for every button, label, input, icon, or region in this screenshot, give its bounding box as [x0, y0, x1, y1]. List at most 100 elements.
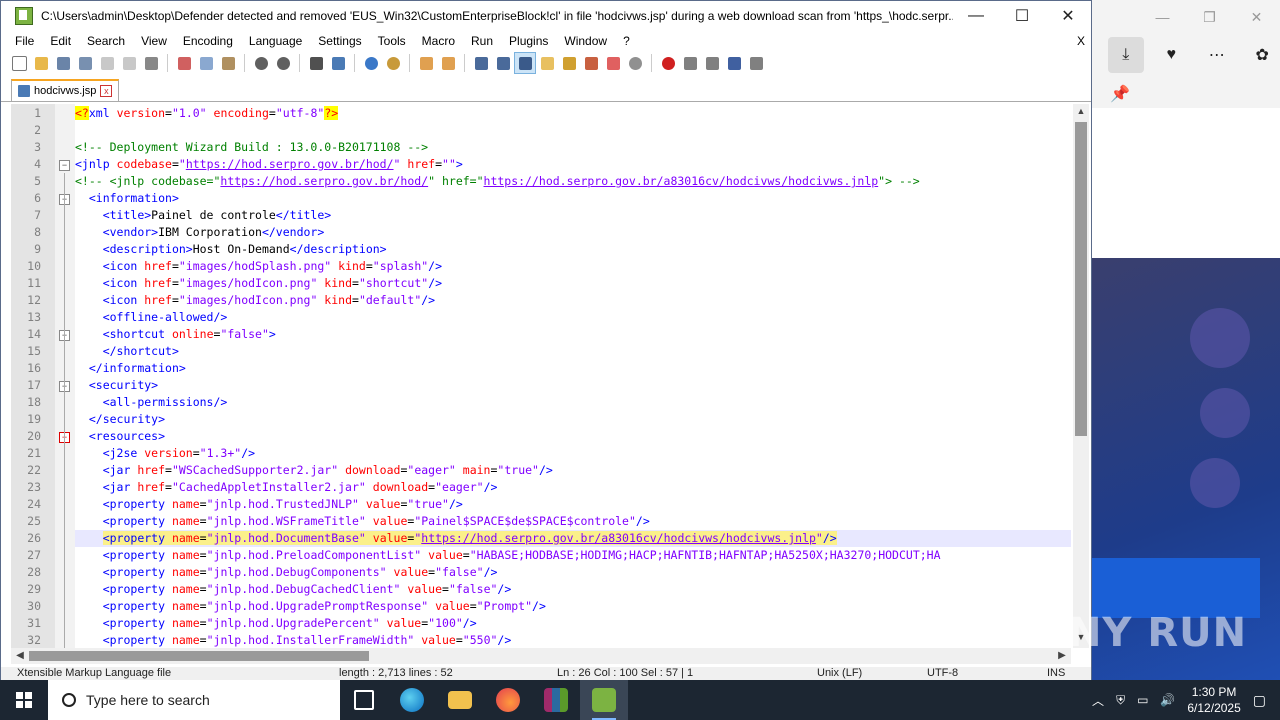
- vertical-scroll-thumb[interactable]: [1075, 122, 1087, 436]
- function-list-icon[interactable]: [581, 53, 601, 73]
- code-line[interactable]: <property name="jnlp.hod.PreloadComponen…: [75, 547, 1071, 564]
- print-icon[interactable]: [141, 53, 161, 73]
- menu-edit[interactable]: Edit: [42, 34, 79, 48]
- indent-guide-icon[interactable]: [514, 52, 536, 74]
- code-line[interactable]: <jar href="CachedAppletInstaller2.jar" d…: [75, 479, 1071, 496]
- code-line[interactable]: <offline-allowed/>: [75, 309, 1071, 326]
- close-document-button[interactable]: X: [1069, 34, 1091, 48]
- stop-macro-icon[interactable]: [680, 53, 700, 73]
- udl-icon[interactable]: [537, 53, 557, 73]
- code-line[interactable]: <property name="jnlp.hod.TrustedJNLP" va…: [75, 496, 1071, 513]
- firefox-taskbar-button[interactable]: [484, 680, 532, 720]
- close-icon[interactable]: ✕: [1233, 9, 1280, 26]
- code-line[interactable]: <property name="jnlp.hod.WSFrameTitle" v…: [75, 513, 1071, 530]
- zoom-in-icon[interactable]: [361, 53, 381, 73]
- code-line[interactable]: <resources>: [75, 428, 1071, 445]
- fold-toggle-icon[interactable]: −: [59, 160, 70, 171]
- paste-icon[interactable]: [218, 53, 238, 73]
- copilot-icon[interactable]: ✿: [1245, 37, 1280, 73]
- code-line[interactable]: <!-- Deployment Wizard Build : 13.0.0-B2…: [75, 139, 1071, 156]
- menu-search[interactable]: Search: [79, 34, 133, 48]
- save-macro-icon[interactable]: [746, 53, 766, 73]
- play-multiple-macro-icon[interactable]: [724, 53, 744, 73]
- code-line[interactable]: <property name="jnlp.hod.UpgradePercent"…: [75, 615, 1071, 632]
- menu-macro[interactable]: Macro: [414, 34, 463, 48]
- replace-icon[interactable]: [328, 53, 348, 73]
- menu-window[interactable]: Window: [556, 34, 615, 48]
- play-macro-icon[interactable]: [702, 53, 722, 73]
- tab-hodcivws[interactable]: hodcivws.jsp x: [11, 79, 120, 101]
- close-button[interactable]: ✕: [1045, 6, 1091, 26]
- code-line[interactable]: <description>Host On-Demand</description…: [75, 241, 1071, 258]
- tab-close-icon[interactable]: x: [100, 85, 113, 97]
- maximize-button[interactable]: ☐: [999, 6, 1045, 26]
- taskbar-search-box[interactable]: Type here to search: [48, 680, 340, 720]
- scroll-up-icon[interactable]: ▲: [1073, 106, 1089, 120]
- sync-vertical-icon[interactable]: [416, 53, 436, 73]
- code-line[interactable]: <property name="jnlp.hod.DebugComponents…: [75, 564, 1071, 581]
- menu-tools[interactable]: Tools: [370, 34, 414, 48]
- zoom-out-icon[interactable]: [383, 53, 403, 73]
- code-line[interactable]: <security>: [75, 377, 1071, 394]
- new-file-icon[interactable]: [9, 53, 29, 73]
- code-line[interactable]: <j2se version="1.3+"/>: [75, 445, 1071, 462]
- code-line[interactable]: <property name="jnlp.hod.InstallerFrameW…: [75, 632, 1071, 648]
- code-line[interactable]: <all-permissions/>: [75, 394, 1071, 411]
- code-line[interactable]: <title>Painel de controle</title>: [75, 207, 1071, 224]
- find-icon[interactable]: [306, 53, 326, 73]
- open-file-icon[interactable]: [31, 53, 51, 73]
- menu-help[interactable]: ?: [615, 34, 638, 48]
- code-line[interactable]: [75, 122, 1071, 139]
- code-line[interactable]: <information>: [75, 190, 1071, 207]
- minimize-button[interactable]: —: [953, 7, 999, 25]
- menu-file[interactable]: File: [7, 34, 42, 48]
- sync-horizontal-icon[interactable]: [438, 53, 458, 73]
- save-all-icon[interactable]: [75, 53, 95, 73]
- clock[interactable]: 1:30 PM 6/12/2025: [1187, 684, 1240, 716]
- close-all-icon[interactable]: [119, 53, 139, 73]
- code-line[interactable]: <vendor>IBM Corporation</vendor>: [75, 224, 1071, 241]
- copy-icon[interactable]: [196, 53, 216, 73]
- code-editor[interactable]: 1 2 3 4 5 6 7 8 9 10 11 12 13 14 15 16 17 18 19 20 21 22 23 24 2…: [11, 104, 1089, 648]
- file-explorer-taskbar-button[interactable]: [436, 680, 484, 720]
- notepad-taskbar-button[interactable]: [580, 680, 628, 720]
- edge-taskbar-button[interactable]: [388, 680, 436, 720]
- code-line[interactable]: </security>: [75, 411, 1071, 428]
- monitoring-icon[interactable]: [625, 53, 645, 73]
- menu-settings[interactable]: Settings: [310, 34, 369, 48]
- menu-run[interactable]: Run: [463, 34, 501, 48]
- minimize-icon[interactable]: —: [1139, 9, 1186, 25]
- code-line[interactable]: <jar href="WSCachedSupporter2.jar" downl…: [75, 462, 1071, 479]
- code-line[interactable]: <icon href="images/hodSplash.png" kind="…: [75, 258, 1071, 275]
- horizontal-scroll-thumb[interactable]: [29, 651, 369, 661]
- security-icon[interactable]: ⛨: [1116, 693, 1125, 708]
- cut-icon[interactable]: [174, 53, 194, 73]
- code-line[interactable]: <!-- <jnlp codebase="https://hod.serpro.…: [75, 173, 1071, 190]
- code-line[interactable]: <jnlp codebase="https://hod.serpro.gov.b…: [75, 156, 1071, 173]
- code-line[interactable]: <?xml version="1.0" encoding="utf-8"?>: [75, 105, 1071, 122]
- word-wrap-icon[interactable]: [471, 53, 491, 73]
- menu-encoding[interactable]: Encoding: [175, 34, 241, 48]
- menu-view[interactable]: View: [133, 34, 175, 48]
- extensions-icon[interactable]: ♥: [1154, 37, 1190, 73]
- save-icon[interactable]: [53, 53, 73, 73]
- vertical-scrollbar[interactable]: ▲ ▼: [1073, 104, 1089, 648]
- chevron-up-icon[interactable]: ︿: [1092, 692, 1104, 709]
- record-macro-icon[interactable]: [658, 53, 678, 73]
- redo-icon[interactable]: [273, 53, 293, 73]
- code-line[interactable]: </information>: [75, 360, 1071, 377]
- network-icon[interactable]: ▭: [1137, 693, 1148, 707]
- scroll-left-icon[interactable]: ◀: [13, 648, 27, 664]
- more-icon[interactable]: ⋯: [1199, 37, 1235, 73]
- folder-workspace-icon[interactable]: [603, 53, 623, 73]
- code-line[interactable]: </shortcut>: [75, 343, 1071, 360]
- doc-map-icon[interactable]: [559, 53, 579, 73]
- horizontal-scrollbar[interactable]: ◀ ▶: [11, 648, 1071, 664]
- downloads-icon[interactable]: ⤓: [1108, 37, 1144, 73]
- undo-icon[interactable]: [251, 53, 271, 73]
- start-button[interactable]: [0, 680, 48, 720]
- winrar-taskbar-button[interactable]: [532, 680, 580, 720]
- show-all-chars-icon[interactable]: [493, 53, 513, 73]
- close-file-icon[interactable]: [97, 53, 117, 73]
- code-line[interactable]: <property name="jnlp.hod.DebugCachedClie…: [75, 581, 1071, 598]
